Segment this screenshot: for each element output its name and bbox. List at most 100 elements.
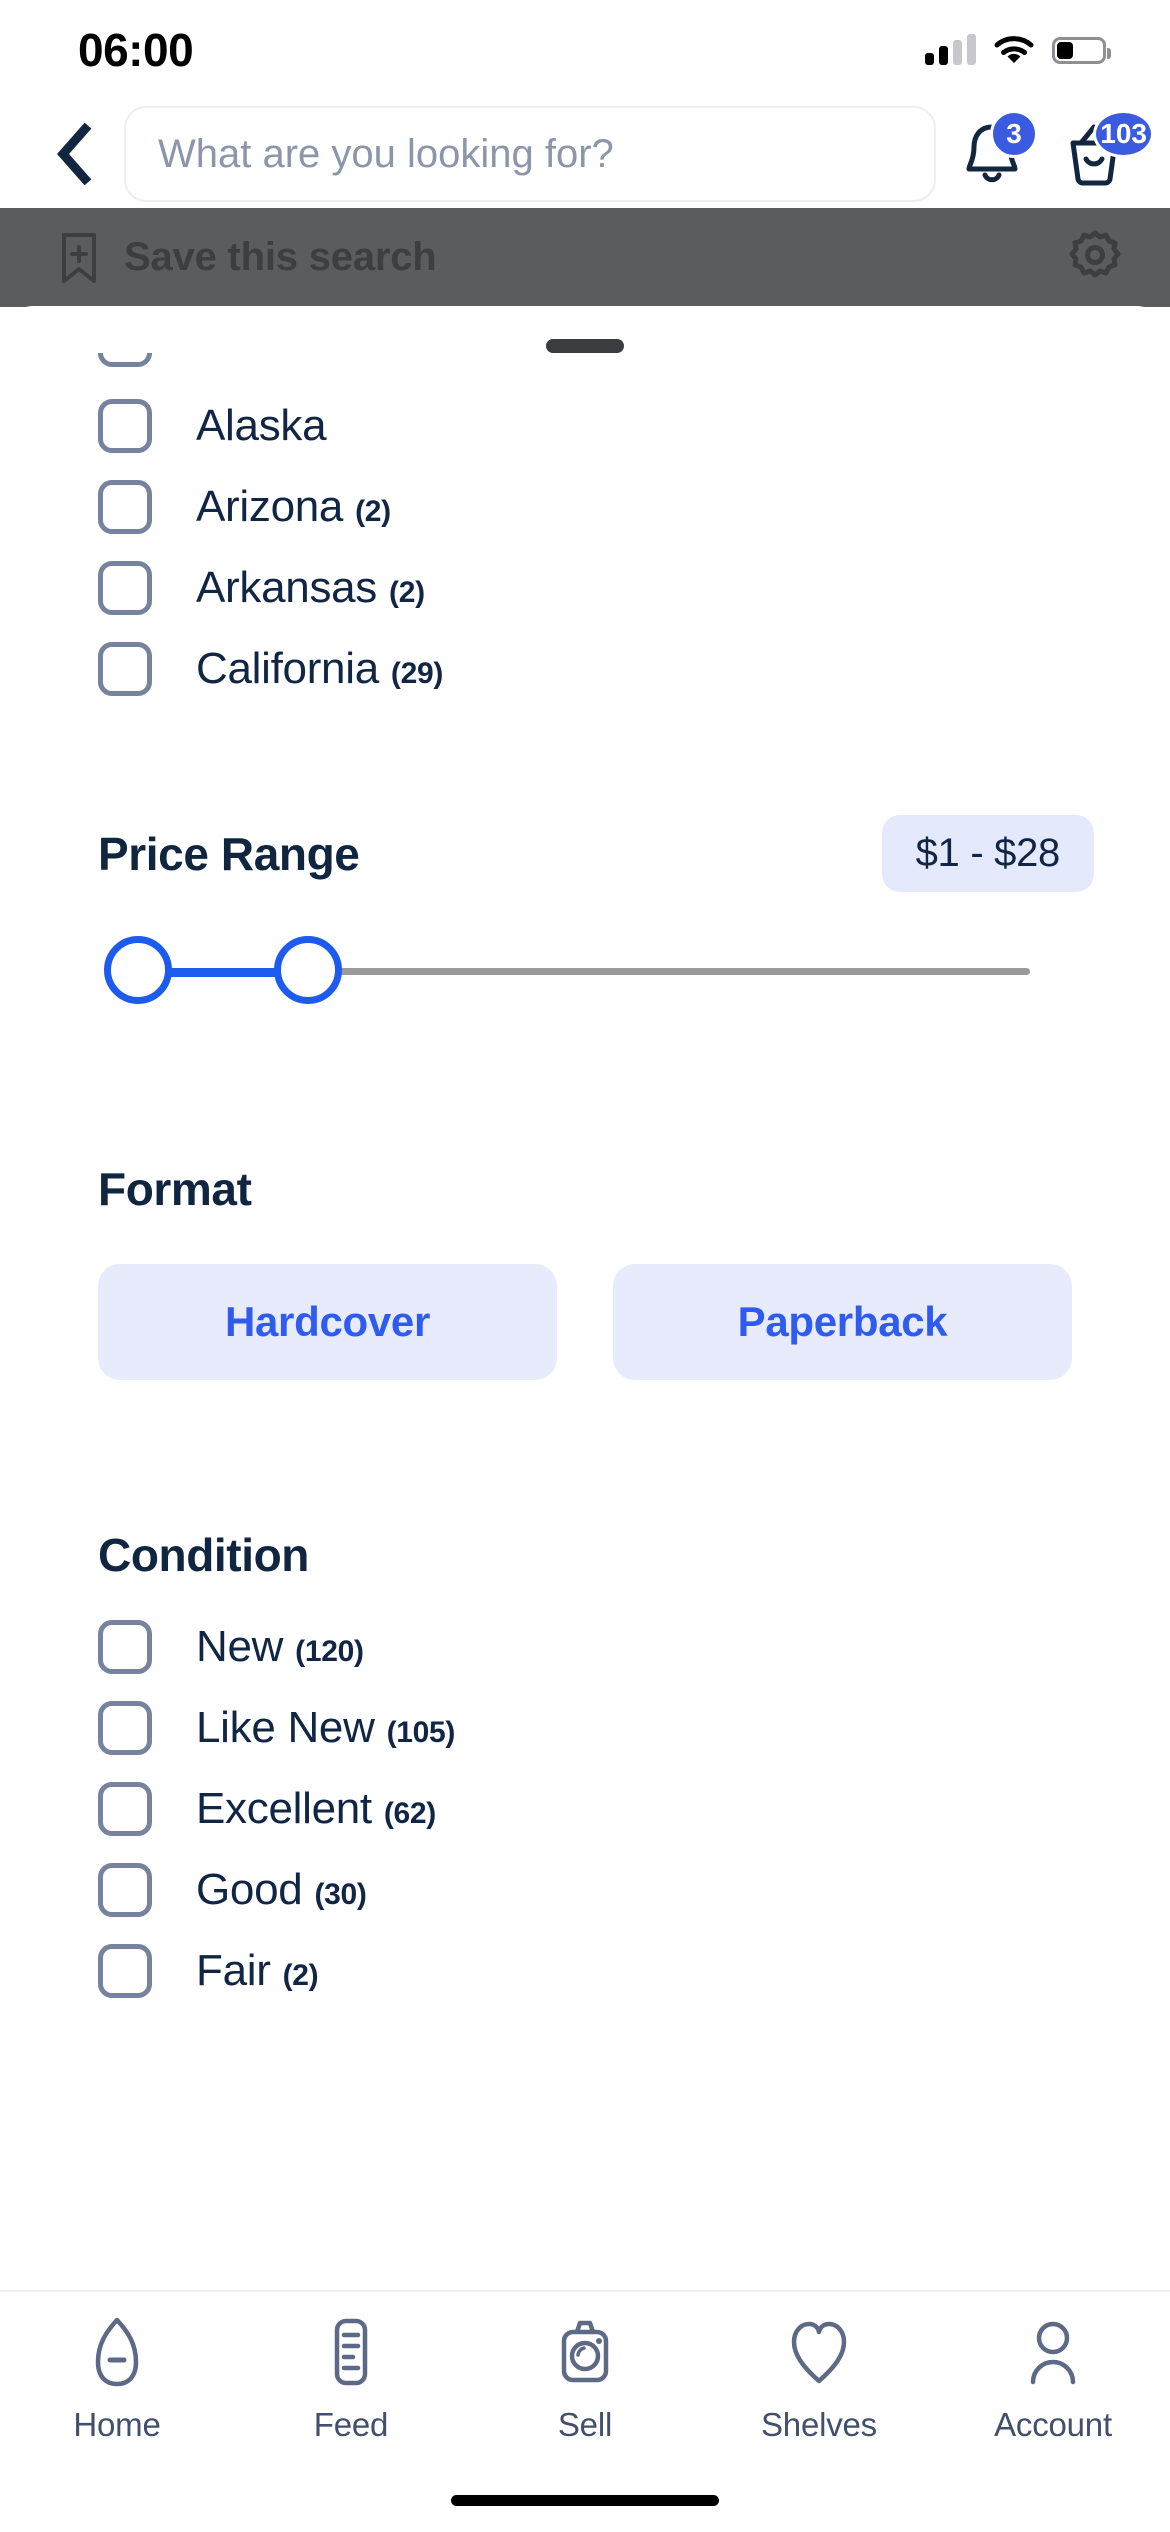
state-checkbox[interactable] — [98, 560, 152, 615]
condition-checkbox[interactable] — [98, 1619, 152, 1674]
list-item-count: (30) — [314, 1877, 367, 1911]
status-indicators — [925, 34, 1111, 65]
list-item-count: (62) — [383, 1796, 436, 1830]
condition-section: Condition — [0, 1528, 1170, 1582]
status-clock: 06:00 — [78, 24, 194, 76]
clipped-list-item — [0, 353, 1170, 385]
list-item-count: (29) — [390, 656, 444, 690]
state-checkbox[interactable] — [98, 641, 152, 696]
list-item[interactable]: Arizona (2) — [0, 466, 1170, 547]
format-option-paperback[interactable]: Paperback — [613, 1264, 1072, 1380]
condition-checkbox[interactable] — [98, 1781, 152, 1836]
list-item-label-group: New (120) — [196, 1622, 364, 1672]
notifications-button[interactable]: 3 — [946, 108, 1038, 200]
tab-label: Home — [73, 2406, 161, 2443]
save-search-bar[interactable]: Save this search — [0, 208, 1170, 307]
tab-label: Shelves — [760, 2406, 877, 2443]
list-item-count: (2) — [355, 494, 391, 528]
tab-label: Account — [994, 2406, 1112, 2443]
bookmark-plus-icon — [62, 232, 96, 283]
price-range-slider[interactable] — [98, 936, 1072, 1006]
notifications-badge: 3 — [990, 110, 1038, 158]
condition-checkbox[interactable] — [98, 1943, 152, 1998]
list-item[interactable]: Good (30) — [0, 1849, 1170, 1930]
search-input[interactable]: What are you looking for? — [124, 106, 936, 202]
condition-checkbox[interactable] — [98, 1862, 152, 1917]
wifi-icon — [994, 36, 1034, 63]
status-bar: 06:00 — [0, 0, 1170, 100]
tab-label: Feed — [313, 2406, 389, 2443]
home-indicator — [451, 2495, 719, 2506]
cart-button[interactable]: 103 — [1048, 108, 1154, 200]
state-checkbox[interactable] — [98, 479, 152, 534]
list-item[interactable]: Arkansas (2) — [0, 547, 1170, 628]
gear-icon — [1069, 230, 1121, 278]
list-item-label: Arkansas — [196, 562, 378, 612]
state-filter-list: Alaska Arizona (2) Arkansas (2) Californ… — [0, 385, 1170, 709]
list-item-label: Good — [196, 1864, 303, 1914]
list-item-label: Alaska — [196, 400, 327, 450]
list-item-count: (105) — [386, 1715, 456, 1749]
condition-filter-list: New (120) Like New (105) Excellent (62) … — [0, 1606, 1170, 2011]
camera-icon — [561, 2320, 609, 2383]
tab-account[interactable]: Account — [936, 2314, 1170, 2444]
cellular-bars-icon — [925, 34, 976, 65]
search-placeholder: What are you looking for? — [158, 131, 614, 176]
list-item-label: Excellent — [196, 1783, 372, 1833]
filters-body: Alaska Arizona (2) Arkansas (2) Californ… — [0, 353, 1170, 2011]
list-item-count: (120) — [295, 1634, 364, 1668]
checkbox — [98, 353, 152, 367]
slider-handle-max[interactable] — [274, 936, 342, 1004]
save-search-left: Save this search — [56, 229, 437, 287]
list-item-label: Fair — [196, 1945, 271, 1995]
format-section: Format — [0, 1162, 1170, 1216]
chevron-left-icon — [57, 123, 92, 185]
feed-icon — [334, 2318, 368, 2386]
heart-icon — [791, 2321, 847, 2384]
price-range-title: Price Range — [98, 827, 360, 880]
list-item[interactable]: California (29) — [0, 628, 1170, 709]
list-item[interactable]: Like New (105) — [0, 1687, 1170, 1768]
phone-screen: 06:00 What are you looking for? 3 103 Sa… — [0, 0, 1170, 2532]
back-button[interactable] — [40, 119, 110, 189]
list-item-label-group: Good (30) — [196, 1865, 367, 1915]
sheet-drag-handle[interactable] — [546, 339, 624, 353]
format-title: Format — [98, 1163, 252, 1215]
format-options: Hardcover Paperback — [0, 1264, 1170, 1380]
list-item-label-group: Arizona (2) — [196, 482, 391, 532]
slider-handle-min[interactable] — [104, 936, 172, 1004]
list-item-label: New — [196, 1621, 284, 1671]
battery-icon — [1052, 36, 1111, 64]
list-item[interactable]: New (120) — [0, 1606, 1170, 1687]
tab-sell[interactable]: Sell — [468, 2314, 702, 2444]
list-item[interactable]: Excellent (62) — [0, 1768, 1170, 1849]
tab-feed[interactable]: Feed — [234, 2314, 468, 2444]
search-settings-button[interactable] — [1066, 226, 1124, 289]
list-item-count: (2) — [389, 575, 425, 609]
list-item-label-group: Fair (2) — [196, 1945, 319, 1996]
list-item-count: (2) — [282, 1958, 319, 1992]
cart-badge: 103 — [1093, 110, 1154, 158]
tab-label: Sell — [557, 2406, 613, 2443]
tab-shelves[interactable]: Shelves — [702, 2314, 936, 2444]
format-option-hardcover[interactable]: Hardcover — [98, 1264, 557, 1380]
list-item[interactable]: Fair (2) — [0, 1930, 1170, 2011]
condition-title: Condition — [98, 1529, 309, 1581]
list-item-label: Arizona — [196, 481, 344, 531]
list-item-label-group: Alaska — [196, 401, 338, 451]
state-checkbox[interactable] — [98, 398, 152, 453]
person-icon — [1030, 2321, 1076, 2385]
tab-home[interactable]: Home — [0, 2314, 234, 2444]
price-range-value: $1 - $28 — [881, 815, 1094, 892]
home-icon — [95, 2317, 139, 2387]
save-search-label: Save this search — [124, 235, 437, 279]
list-item[interactable]: Alaska — [0, 385, 1170, 466]
list-item-label-group: Like New (105) — [196, 1703, 455, 1753]
filters-sheet: Alaska Arizona (2) Arkansas (2) Californ… — [0, 306, 1170, 2532]
app-header: What are you looking for? 3 103 — [0, 100, 1170, 208]
list-item-label-group: Arkansas (2) — [196, 563, 425, 613]
condition-checkbox[interactable] — [98, 1700, 152, 1755]
list-item-label-group: Excellent (62) — [196, 1784, 436, 1834]
list-item-label-group: California (29) — [196, 644, 443, 694]
list-item-label: California — [196, 643, 379, 693]
